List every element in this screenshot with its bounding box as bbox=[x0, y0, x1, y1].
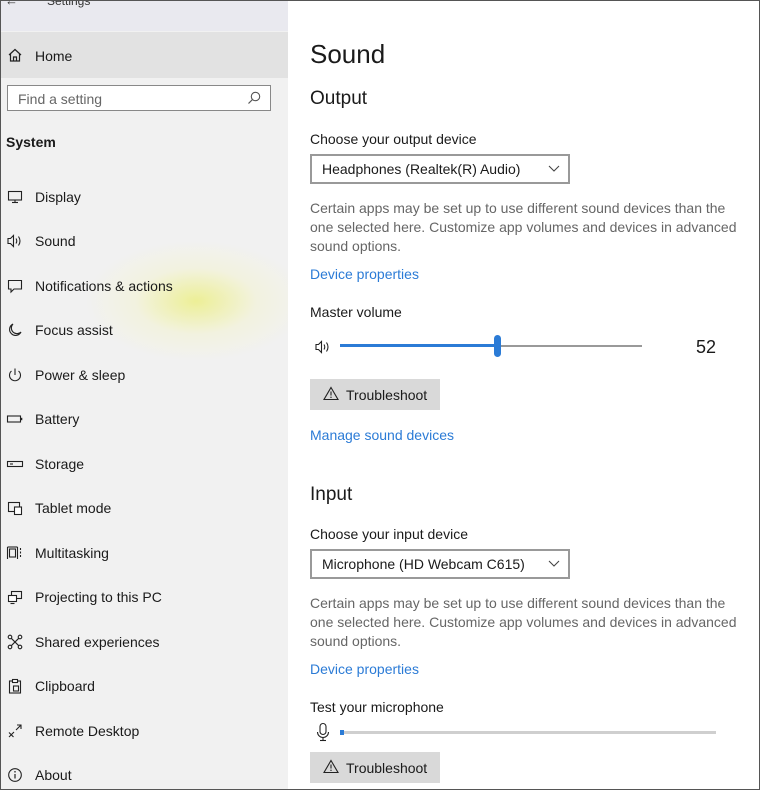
sidebar-item-label: Clipboard bbox=[35, 678, 95, 694]
sidebar-item-battery[interactable]: Battery bbox=[1, 399, 288, 439]
sidebar-item-label: Storage bbox=[35, 456, 85, 472]
main-content: Sound Output Choose your output device H… bbox=[289, 1, 759, 789]
sidebar-item-label: Tablet mode bbox=[35, 500, 112, 516]
monitor-icon bbox=[5, 187, 25, 207]
remote-desktop-icon bbox=[5, 721, 25, 741]
tablet-icon bbox=[5, 498, 25, 518]
microphone-level-fill bbox=[340, 730, 344, 735]
projector-icon bbox=[5, 587, 25, 607]
sidebar-item-label: Multitasking bbox=[35, 545, 109, 561]
sidebar-item-storage[interactable]: Storage bbox=[1, 444, 288, 484]
master-volume-label: Master volume bbox=[310, 304, 402, 320]
sidebar-item-label: Focus assist bbox=[35, 322, 113, 338]
shared-icon bbox=[5, 632, 25, 652]
sidebar-item-label: Notifications & actions bbox=[35, 278, 173, 294]
output-device-value: Headphones (Realtek(R) Audio) bbox=[322, 161, 521, 177]
warning-icon bbox=[323, 759, 339, 777]
sidebar-item-power-sleep[interactable]: Power & sleep bbox=[1, 355, 288, 395]
input-device-properties-link[interactable]: Device properties bbox=[310, 661, 419, 677]
manage-sound-devices-link[interactable]: Manage sound devices bbox=[310, 427, 454, 443]
home-label: Home bbox=[35, 48, 73, 64]
search-input[interactable]: Find a setting bbox=[7, 85, 271, 111]
warning-icon bbox=[323, 386, 339, 404]
input-device-label: Choose your input device bbox=[310, 526, 468, 542]
battery-icon bbox=[5, 409, 25, 429]
microphone-level-track bbox=[340, 731, 716, 734]
input-description: Certain apps may be set up to use differ… bbox=[310, 595, 737, 649]
title-bar: ← Settings bbox=[1, 1, 288, 31]
sidebar-item-label: About bbox=[35, 767, 72, 783]
volume-speaker-icon[interactable] bbox=[314, 339, 332, 360]
troubleshoot-label: Troubleshoot bbox=[346, 760, 428, 776]
sidebar-item-focus-assist[interactable]: Focus assist bbox=[1, 310, 288, 350]
output-device-properties-link[interactable]: Device properties bbox=[310, 266, 419, 282]
sidebar-item-label: Sound bbox=[35, 233, 76, 249]
output-device-label: Choose your output device bbox=[310, 131, 477, 147]
window-title: Settings bbox=[47, 0, 91, 8]
output-description: Certain apps may be set up to use differ… bbox=[310, 200, 737, 254]
output-troubleshoot-button[interactable]: Troubleshoot bbox=[310, 379, 440, 410]
search-icon[interactable] bbox=[246, 90, 262, 111]
sidebar-item-about[interactable]: About bbox=[1, 755, 288, 789]
output-device-dropdown[interactable]: Headphones (Realtek(R) Audio) bbox=[310, 154, 570, 184]
sidebar-item-display[interactable]: Display bbox=[1, 177, 288, 217]
master-volume-value: 52 bbox=[696, 337, 717, 357]
power-icon bbox=[5, 365, 25, 385]
sidebar-item-label: Shared experiences bbox=[35, 634, 160, 650]
input-heading: Input bbox=[310, 484, 353, 505]
sidebar-item-remote-desktop[interactable]: Remote Desktop bbox=[1, 711, 288, 751]
microphone-icon bbox=[316, 722, 330, 747]
sidebar: ← Settings Home Find a setting System Di… bbox=[1, 1, 288, 789]
notification-icon bbox=[5, 276, 25, 296]
storage-icon bbox=[5, 454, 25, 474]
sidebar-item-label: Display bbox=[35, 189, 81, 205]
sidebar-item-notifications[interactable]: Notifications & actions bbox=[1, 266, 288, 306]
sidebar-item-multitasking[interactable]: Multitasking bbox=[1, 533, 288, 573]
sidebar-item-tablet-mode[interactable]: Tablet mode bbox=[1, 488, 288, 528]
speaker-icon bbox=[5, 231, 25, 251]
output-heading: Output bbox=[310, 88, 368, 109]
sidebar-item-sound[interactable]: Sound bbox=[1, 221, 288, 261]
page-title: Sound bbox=[310, 39, 386, 69]
sidebar-section-system: System bbox=[6, 134, 56, 150]
sidebar-item-clipboard[interactable]: Clipboard bbox=[1, 666, 288, 706]
sidebar-item-label: Battery bbox=[35, 411, 80, 427]
chevron-down-icon bbox=[547, 161, 561, 180]
chevron-down-icon bbox=[547, 556, 561, 575]
home-icon bbox=[5, 45, 25, 65]
master-volume-slider-thumb[interactable] bbox=[494, 335, 501, 357]
multitasking-icon bbox=[5, 543, 25, 563]
troubleshoot-label: Troubleshoot bbox=[346, 387, 428, 403]
test-microphone-label: Test your microphone bbox=[310, 699, 444, 715]
back-arrow-icon[interactable]: ← bbox=[5, 1, 18, 8]
sidebar-item-projecting[interactable]: Projecting to this PC bbox=[1, 577, 288, 617]
sidebar-item-home[interactable]: Home bbox=[1, 32, 288, 78]
search-placeholder: Find a setting bbox=[18, 91, 103, 107]
sidebar-item-label: Power & sleep bbox=[35, 367, 126, 383]
sidebar-item-label: Projecting to this PC bbox=[35, 589, 162, 605]
input-troubleshoot-button[interactable]: Troubleshoot bbox=[310, 752, 440, 783]
input-device-value: Microphone (HD Webcam C615) bbox=[322, 556, 525, 572]
sidebar-item-label: Remote Desktop bbox=[35, 723, 140, 739]
moon-icon bbox=[5, 320, 25, 340]
info-icon bbox=[5, 765, 25, 785]
input-device-dropdown[interactable]: Microphone (HD Webcam C615) bbox=[310, 549, 570, 579]
clipboard-icon bbox=[5, 676, 25, 696]
settings-window: ← Settings Home Find a setting System Di… bbox=[0, 0, 760, 790]
master-volume-fill bbox=[340, 344, 497, 347]
sidebar-item-shared-experiences[interactable]: Shared experiences bbox=[1, 622, 288, 662]
